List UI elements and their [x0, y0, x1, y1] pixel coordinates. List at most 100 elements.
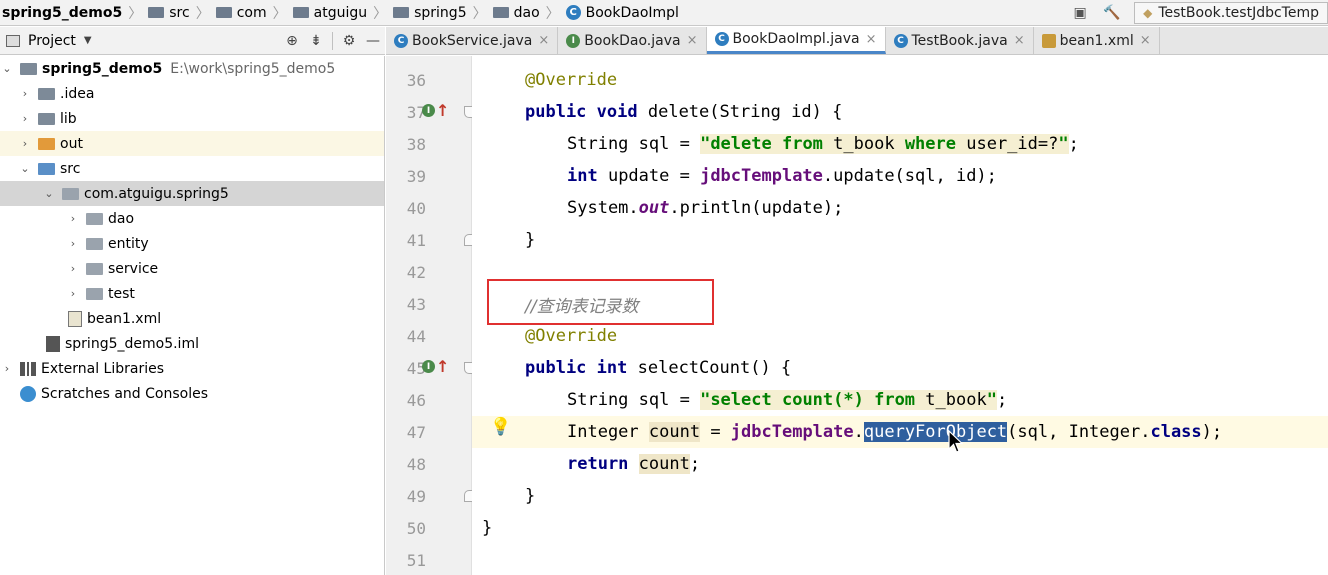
code-line-current: Integer count = jdbcTemplate. queryForObj…: [472, 416, 1328, 448]
breadcrumb-com-label: com: [236, 4, 267, 21]
breadcrumb-atguigu[interactable]: atguigu: [289, 5, 371, 21]
editor-gutter[interactable]: 36 37 38 39 40 41 42 43 44 45 46 47 48 4…: [386, 56, 478, 575]
sql-keyword-token: from: [863, 390, 916, 410]
line-number: 36: [406, 70, 426, 90]
breadcrumb-src[interactable]: src: [144, 5, 193, 21]
chevron-right-icon[interactable]: ›: [0, 362, 14, 375]
chevron-right-icon[interactable]: ›: [18, 87, 32, 100]
package-icon: [62, 187, 79, 200]
breadcrumb-separator: 〉: [195, 5, 210, 22]
gear-icon[interactable]: ⚙: [337, 33, 361, 49]
chevron-right-icon[interactable]: ›: [66, 262, 80, 275]
chevron-right-icon[interactable]: ›: [66, 212, 80, 225]
tree-item-dao[interactable]: › dao: [0, 206, 384, 231]
tree-item-idea[interactable]: › .idea: [0, 81, 384, 106]
keyword-token: int: [596, 358, 628, 378]
breadcrumb-com[interactable]: com: [212, 5, 271, 21]
chevron-right-icon[interactable]: ›: [66, 237, 80, 250]
tree-item-entity[interactable]: › entity: [0, 231, 384, 256]
code-text: ;: [996, 390, 1008, 410]
tree-item-src[interactable]: ⌄ src: [0, 156, 384, 181]
chevron-down-icon[interactable]: ⌄: [42, 187, 56, 200]
chevron-right-icon[interactable]: ›: [18, 137, 32, 150]
project-structure-icon[interactable]: ▣: [1068, 3, 1092, 23]
keyword-token: public: [525, 102, 587, 122]
chevron-down-icon[interactable]: ⌄: [18, 162, 32, 175]
breadcrumb-project[interactable]: spring5_demo5: [0, 5, 126, 21]
tab-bookdao[interactable]: I BookDao.java ×: [558, 27, 707, 54]
tree-item-iml[interactable]: spring5_demo5.iml: [0, 331, 384, 356]
folder-icon: [38, 112, 55, 125]
close-icon[interactable]: ×: [1014, 33, 1025, 48]
tree-item-label: bean1.xml: [87, 310, 162, 327]
hide-panel-icon[interactable]: —: [361, 33, 385, 49]
package-icon: [86, 212, 103, 225]
chevron-right-icon[interactable]: ›: [18, 112, 32, 125]
close-icon[interactable]: ×: [687, 33, 698, 48]
tab-bookdaoimpl[interactable]: C BookDaoImpl.java ×: [706, 27, 886, 54]
project-view-selector[interactable]: Project ▼: [0, 33, 92, 49]
build-hammer-icon[interactable]: 🔨: [1100, 3, 1124, 23]
close-icon[interactable]: ×: [1140, 33, 1151, 48]
line-number: 39: [406, 166, 426, 186]
chevron-right-icon[interactable]: ›: [66, 287, 80, 300]
run-configuration-label: TestBook.testJdbcTemp: [1158, 5, 1319, 21]
close-icon[interactable]: ×: [538, 33, 549, 48]
breadcrumb-separator: 〉: [545, 5, 560, 22]
collapse-all-icon[interactable]: ⇟: [304, 33, 328, 49]
tree-item-lib[interactable]: › lib: [0, 106, 384, 131]
tree-item-external-libraries[interactable]: › External Libraries: [0, 356, 384, 381]
tree-item-label: Scratches and Consoles: [41, 385, 208, 402]
tree-item-package-spring5[interactable]: ⌄ com.atguigu.spring5: [0, 181, 384, 206]
tab-bookservice[interactable]: C BookService.java ×: [386, 27, 559, 54]
spring-xml-icon: [68, 310, 82, 327]
tree-item-project-root[interactable]: ⌄ spring5_demo5 E:\work\spring5_demo5: [0, 56, 384, 81]
tab-label: BookDaoImpl.java: [732, 31, 860, 47]
sql-keyword-token: delete: [710, 134, 772, 154]
source-folder-icon: [38, 162, 55, 175]
code-line: }: [472, 480, 1328, 512]
lightbulb-icon[interactable]: 💡: [490, 417, 511, 437]
tree-item-out[interactable]: › out: [0, 131, 384, 156]
code-text: }: [482, 518, 493, 538]
excluded-folder-icon: [38, 137, 55, 150]
code-text: .: [853, 422, 864, 442]
selected-text[interactable]: queryForObject: [863, 422, 1008, 442]
implements-method-marker[interactable]: I ↑: [422, 357, 449, 376]
line-number: 41: [406, 230, 426, 250]
keyword-token: int: [567, 166, 598, 186]
field-token: jdbcTemplate: [700, 166, 823, 186]
code-text: }: [525, 486, 536, 506]
tree-item-service[interactable]: › service: [0, 256, 384, 281]
tree-item-label: service: [108, 260, 159, 277]
keyword-token: void: [596, 102, 638, 122]
breadcrumb-dao[interactable]: dao: [489, 5, 544, 21]
variable-token: count: [648, 422, 701, 442]
annotation-token: @Override: [525, 326, 618, 346]
implements-method-marker[interactable]: I ↑: [422, 101, 449, 120]
sql-text-token: user_id=?: [956, 134, 1059, 154]
string-token: ": [700, 134, 711, 154]
tree-item-scratches[interactable]: Scratches and Consoles: [0, 381, 384, 406]
package-icon: [215, 7, 232, 18]
tree-item-path-hint: E:\work\spring5_demo5: [170, 60, 336, 77]
arrow-up-icon: ↑: [436, 357, 450, 376]
line-number: 40: [406, 198, 426, 218]
folder-icon: [148, 7, 165, 18]
run-configuration-select[interactable]: ◆ TestBook.testJdbcTemp: [1134, 2, 1328, 24]
close-icon[interactable]: ×: [866, 32, 877, 47]
chevron-down-icon[interactable]: ⌄: [0, 62, 14, 75]
class-icon: C: [714, 32, 729, 46]
project-tree: ⌄ spring5_demo5 E:\work\spring5_demo5 › …: [0, 56, 385, 575]
breadcrumb-spring5[interactable]: spring5: [389, 5, 471, 21]
sql-table-token: t_book: [822, 134, 905, 154]
tree-item-bean1-xml[interactable]: bean1.xml: [0, 306, 384, 331]
tab-testbook[interactable]: C TestBook.java ×: [886, 27, 1034, 54]
locate-target-icon[interactable]: ⊕: [280, 33, 304, 49]
breadcrumb-class[interactable]: C BookDaoImpl: [562, 5, 683, 21]
tree-item-label: spring5_demo5.iml: [65, 335, 199, 352]
sql-keyword-token: from: [771, 134, 823, 154]
tree-item-test[interactable]: › test: [0, 281, 384, 306]
toolbar-right: ▣ 🔨 ◆ TestBook.testJdbcTemp: [1064, 0, 1328, 25]
tab-bean1-xml[interactable]: bean1.xml ×: [1034, 27, 1160, 54]
